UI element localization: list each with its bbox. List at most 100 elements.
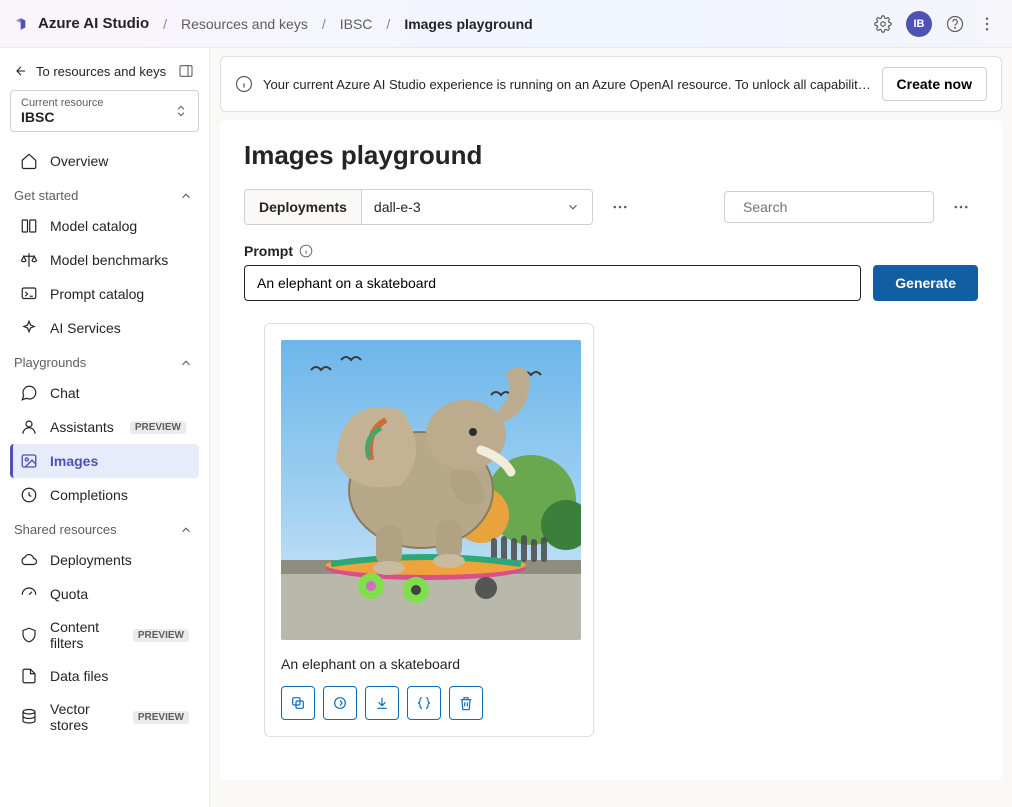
- content-card: Images playground Deployments dall-e-3: [220, 120, 1002, 780]
- more-options-button[interactable]: [603, 189, 637, 225]
- nav-label: Model benchmarks: [50, 252, 168, 268]
- more-vertical-icon[interactable]: [978, 15, 996, 33]
- nav-quota[interactable]: Quota: [10, 577, 199, 611]
- completions-icon: [20, 486, 38, 504]
- nav-images[interactable]: Images: [10, 444, 199, 478]
- breadcrumb: Azure AI Studio / Resources and keys / I…: [16, 15, 533, 33]
- json-button[interactable]: [407, 686, 441, 720]
- result-card: An elephant on a skateboard: [264, 323, 594, 737]
- nav-model-benchmarks[interactable]: Model benchmarks: [10, 243, 199, 277]
- nav-label: Model catalog: [50, 218, 137, 234]
- nav-label: Vector stores: [50, 701, 117, 733]
- generated-image[interactable]: [281, 340, 581, 640]
- azure-logo-icon: [16, 15, 30, 33]
- scales-icon: [20, 251, 38, 269]
- nav-prompt-catalog[interactable]: Prompt catalog: [10, 277, 199, 311]
- help-icon[interactable]: [946, 15, 964, 33]
- resource-label: Current resource: [21, 97, 104, 109]
- nav-overview[interactable]: Overview: [10, 144, 199, 178]
- nav-chat[interactable]: Chat: [10, 376, 199, 410]
- nav-vector-stores[interactable]: Vector stores PREVIEW: [10, 693, 199, 741]
- info-icon[interactable]: [299, 244, 313, 258]
- section-get-started[interactable]: Get started: [10, 178, 199, 209]
- panel-collapse-icon[interactable]: [177, 62, 195, 80]
- search-box[interactable]: [724, 191, 934, 223]
- deployment-selector: Deployments dall-e-3: [244, 189, 593, 225]
- prompt-input[interactable]: [244, 265, 861, 301]
- more-horizontal-icon: [611, 198, 629, 216]
- section-label: Playgrounds: [14, 355, 86, 370]
- nav-label: Completions: [50, 487, 128, 503]
- app-shell: To resources and keys Current resource I…: [0, 48, 1012, 807]
- user-avatar[interactable]: IB: [906, 11, 932, 37]
- create-now-button[interactable]: Create now: [882, 67, 987, 101]
- breadcrumb-current: Images playground: [404, 16, 532, 32]
- file-icon: [20, 667, 38, 685]
- prompt-row: Generate: [244, 265, 978, 301]
- delete-button[interactable]: [449, 686, 483, 720]
- nav-label: Data files: [50, 668, 108, 684]
- nav-label: Deployments: [50, 552, 132, 568]
- shield-icon: [20, 626, 38, 644]
- result-actions: [281, 686, 577, 720]
- nav-model-catalog[interactable]: Model catalog: [10, 209, 199, 243]
- nav-label: Chat: [50, 385, 80, 401]
- preview-badge: PREVIEW: [130, 421, 186, 434]
- breadcrumb-item[interactable]: IBSC: [340, 16, 373, 32]
- sidebar: To resources and keys Current resource I…: [0, 48, 210, 807]
- nav-assistants[interactable]: Assistants PREVIEW: [10, 410, 199, 444]
- section-label: Get started: [14, 188, 78, 203]
- prompt-label: Prompt: [244, 243, 293, 259]
- brand-name[interactable]: Azure AI Studio: [38, 15, 149, 32]
- crumb-separator: /: [163, 16, 167, 32]
- resource-selector[interactable]: Current resource IBSC: [10, 90, 199, 132]
- settings-icon[interactable]: [874, 15, 892, 33]
- crumb-separator: /: [322, 16, 326, 32]
- nav-label: Overview: [50, 153, 108, 169]
- deployment-dropdown[interactable]: dall-e-3: [362, 190, 592, 224]
- crumb-separator: /: [386, 16, 390, 32]
- back-link[interactable]: To resources and keys: [14, 64, 166, 79]
- deployments-label: Deployments: [245, 190, 362, 224]
- back-link-label: To resources and keys: [36, 64, 166, 79]
- image-icon: [20, 452, 38, 470]
- toolbar-overflow-button[interactable]: [944, 189, 978, 225]
- section-shared[interactable]: Shared resources: [10, 512, 199, 543]
- nav-deployments[interactable]: Deployments: [10, 543, 199, 577]
- nav-completions[interactable]: Completions: [10, 478, 199, 512]
- cloud-icon: [20, 551, 38, 569]
- prompt-icon: [20, 285, 38, 303]
- nav-label: Quota: [50, 586, 88, 602]
- nav-ai-services[interactable]: AI Services: [10, 311, 199, 345]
- regenerate-button[interactable]: [323, 686, 357, 720]
- chat-icon: [20, 384, 38, 402]
- info-banner: Your current Azure AI Studio experience …: [220, 56, 1002, 112]
- preview-badge: PREVIEW: [133, 629, 189, 642]
- nav-label: AI Services: [50, 320, 121, 336]
- top-header: Azure AI Studio / Resources and keys / I…: [0, 0, 1012, 48]
- search-input[interactable]: [743, 199, 924, 215]
- nav-label: Content filters: [50, 619, 117, 651]
- nav-label: Assistants: [50, 419, 114, 435]
- chevron-updown-icon: [174, 104, 188, 118]
- arrow-left-icon: [14, 64, 28, 78]
- chevron-up-icon: [179, 523, 193, 537]
- main-content: Your current Azure AI Studio experience …: [210, 48, 1012, 807]
- home-icon: [20, 152, 38, 170]
- chevron-up-icon: [179, 356, 193, 370]
- copy-button[interactable]: [281, 686, 315, 720]
- chevron-down-icon: [566, 200, 580, 214]
- preview-badge: PREVIEW: [133, 711, 189, 724]
- nav-content-filters[interactable]: Content filters PREVIEW: [10, 611, 199, 659]
- generate-button[interactable]: Generate: [873, 265, 978, 301]
- download-button[interactable]: [365, 686, 399, 720]
- chevron-up-icon: [179, 189, 193, 203]
- page-title: Images playground: [244, 140, 978, 171]
- breadcrumb-item[interactable]: Resources and keys: [181, 16, 308, 32]
- deployment-selected: dall-e-3: [374, 199, 421, 215]
- gauge-icon: [20, 585, 38, 603]
- sparkle-icon: [20, 319, 38, 337]
- section-playgrounds[interactable]: Playgrounds: [10, 345, 199, 376]
- more-horizontal-icon: [952, 198, 970, 216]
- nav-data-files[interactable]: Data files: [10, 659, 199, 693]
